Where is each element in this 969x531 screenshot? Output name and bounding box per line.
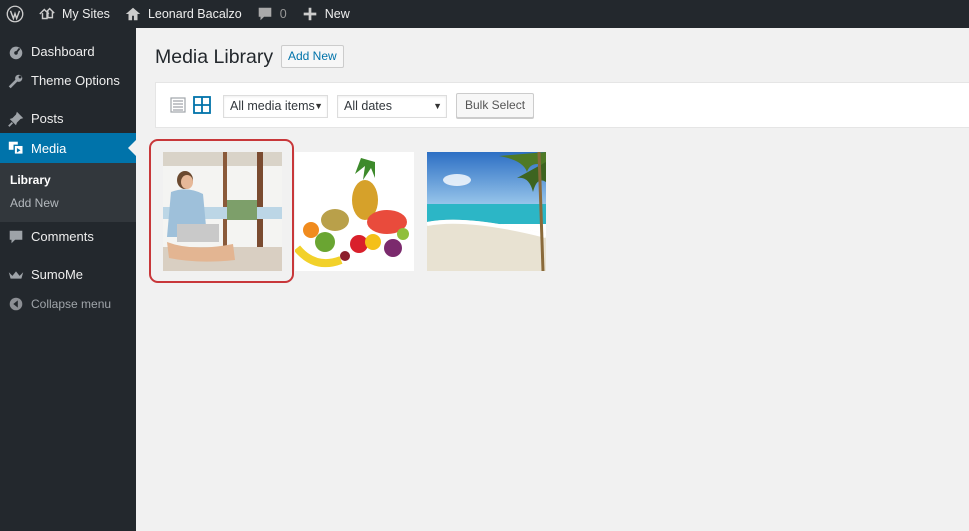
wordpress-logo-icon: [6, 5, 24, 23]
media-thumbnail-beach[interactable]: [427, 152, 546, 271]
crown-icon: [7, 266, 25, 284]
wrench-icon: [7, 72, 25, 90]
add-new-button[interactable]: Add New: [281, 45, 344, 68]
sidebar-item-comments[interactable]: Comments: [0, 222, 136, 251]
new-content-link[interactable]: New: [301, 0, 350, 28]
media-type-filter-value: All media items: [230, 99, 315, 113]
admin-sidebar: Dashboard Theme Options Posts Media Libr…: [0, 28, 136, 531]
media-submenu: Library Add New: [0, 163, 136, 222]
wp-logo-button[interactable]: [6, 0, 30, 28]
media-toolbar: All media items ▼ All dates ▼ Bulk Selec…: [155, 82, 969, 128]
sidebar-item-posts[interactable]: Posts: [0, 104, 136, 133]
comment-bubble-icon: [256, 5, 274, 23]
bulk-select-button[interactable]: Bulk Select: [456, 93, 535, 118]
sidebar-item-label: SumoMe: [31, 267, 84, 282]
site-name-label: Leonard Bacalzo: [147, 7, 242, 21]
main-content: Media Library Add New All media items ▼ …: [136, 28, 969, 531]
grid-view-icon[interactable]: [193, 96, 211, 114]
date-filter[interactable]: All dates ▼: [337, 95, 447, 118]
sidebar-item-media[interactable]: Media: [0, 133, 136, 163]
new-label: New: [324, 7, 350, 21]
pin-icon: [7, 110, 25, 128]
media-icon: [7, 139, 25, 157]
collapse-arrow-icon: [7, 295, 25, 313]
comments-count: 0: [279, 7, 287, 21]
my-sites-label: My Sites: [62, 7, 110, 21]
collapse-menu-button[interactable]: Collapse menu: [0, 289, 136, 318]
my-sites-link[interactable]: My Sites: [38, 0, 110, 28]
chevron-down-icon: ▼: [433, 101, 442, 111]
collapse-menu-label: Collapse menu: [31, 296, 112, 311]
date-filter-value: All dates: [344, 99, 392, 113]
sidebar-item-label: Comments: [31, 229, 94, 244]
sidebar-item-theme-options[interactable]: Theme Options: [0, 66, 136, 95]
sidebar-item-sumome[interactable]: SumoMe: [0, 260, 136, 289]
home-icon: [124, 5, 142, 23]
media-thumbnail-fruits[interactable]: [295, 152, 414, 271]
submenu-item-add-new[interactable]: Add New: [0, 192, 136, 215]
site-name-link[interactable]: Leonard Bacalzo: [124, 0, 242, 28]
page-title: Media Library: [155, 46, 274, 68]
list-view-icon[interactable]: [169, 96, 187, 114]
submenu-item-library[interactable]: Library: [0, 169, 136, 192]
comment-icon: [7, 228, 25, 246]
comments-link[interactable]: 0: [256, 0, 287, 28]
sidebar-item-label: Theme Options: [31, 73, 120, 88]
sidebar-item-label: Dashboard: [31, 44, 95, 59]
admin-bar: My Sites Leonard Bacalzo 0 New: [0, 0, 969, 28]
sidebar-item-label: Posts: [31, 111, 64, 126]
sidebar-item-label: Media: [31, 140, 67, 156]
plus-icon: [301, 5, 319, 23]
sidebar-item-dashboard[interactable]: Dashboard: [0, 37, 136, 66]
selection-highlight-outline: [149, 139, 294, 283]
chevron-down-icon: ▼: [314, 101, 323, 111]
my-sites-icon: [38, 5, 56, 23]
dashboard-icon: [7, 43, 25, 61]
media-type-filter[interactable]: All media items ▼: [223, 95, 328, 118]
